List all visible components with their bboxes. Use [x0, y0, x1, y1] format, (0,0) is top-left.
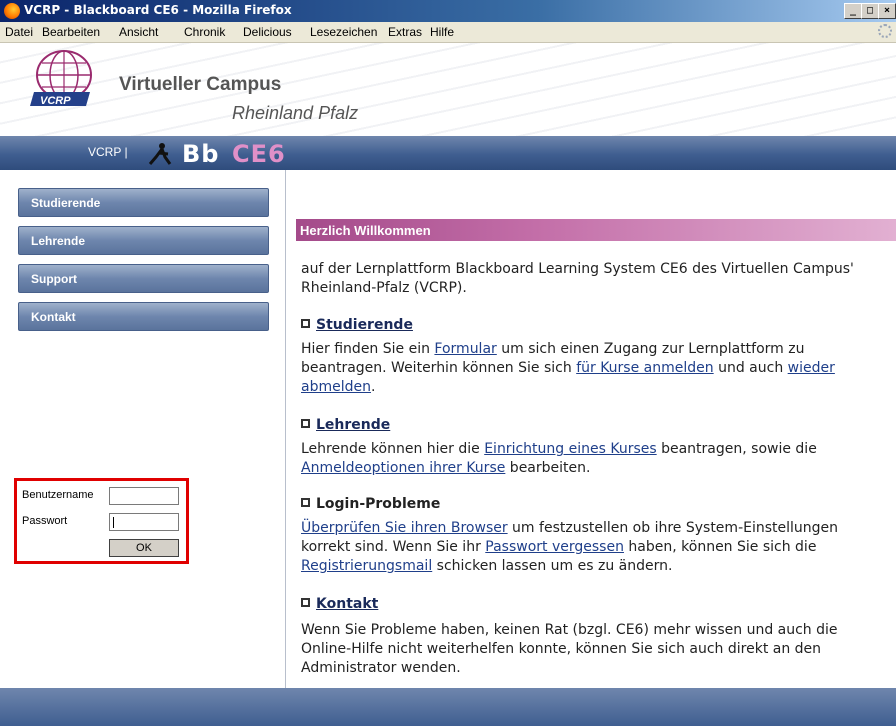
- bullet-icon: [301, 598, 310, 607]
- sidebar-item-label: Lehrende: [31, 234, 86, 248]
- text-segment: Lehrende können hier die: [301, 441, 485, 457]
- einrichtung-kurs-link[interactable]: Einrichtung eines Kurses: [484, 441, 656, 457]
- menu-chronik[interactable]: Chronik: [184, 25, 225, 39]
- bb-figure-icon: [148, 143, 172, 165]
- username-label: Benutzername: [22, 489, 94, 501]
- sidebar: Studierende Lehrende Support Kontakt Ben…: [0, 170, 286, 688]
- text-segment: und auch: [713, 360, 788, 376]
- sidebar-item-support[interactable]: Support: [18, 264, 269, 293]
- minimize-button[interactable]: _: [844, 3, 862, 19]
- studierende-heading-link[interactable]: Studierende: [316, 317, 413, 333]
- menu-extras[interactable]: Extras: [388, 25, 422, 39]
- footer-bar: [0, 688, 896, 726]
- username-field[interactable]: [109, 487, 179, 505]
- sidebar-item-kontakt[interactable]: Kontakt: [18, 302, 269, 331]
- text-segment: Hier finden Sie ein: [301, 341, 435, 357]
- kontakt-text: Wenn Sie Probleme haben, keinen Rat (bzg…: [301, 622, 838, 676]
- menu-bar: Datei Bearbeiten Ansicht Chronik Delicio…: [0, 22, 896, 43]
- sidebar-item-studierende[interactable]: Studierende: [18, 188, 269, 217]
- password-field[interactable]: [109, 513, 179, 531]
- throbber-icon: [878, 24, 892, 38]
- section-heading-studierende: Studierende: [301, 317, 413, 333]
- login-problems-text: Überprüfen Sie ihren Browser um festzust…: [301, 519, 891, 576]
- banner-ce6-text: CE6: [232, 140, 286, 168]
- kontakt-heading-link[interactable]: Kontakt: [316, 596, 378, 612]
- close-button[interactable]: ×: [878, 3, 896, 19]
- text-segment: bearbeiten.: [505, 460, 591, 476]
- bullet-icon: [301, 319, 310, 328]
- maximize-button[interactable]: □: [861, 3, 879, 19]
- sidebar-item-label: Support: [31, 272, 77, 286]
- password-label: Passwort: [22, 515, 68, 527]
- login-form: Benutzername Passwort OK: [14, 478, 189, 564]
- sidebar-item-lehrende[interactable]: Lehrende: [18, 226, 269, 255]
- sidebar-item-label: Kontakt: [31, 310, 76, 324]
- welcome-title: Herzlich Willkommen: [300, 223, 431, 238]
- registrierungsmail-link[interactable]: Registrierungsmail: [301, 558, 432, 574]
- formular-link[interactable]: Formular: [434, 341, 496, 357]
- section-heading-kontakt: Kontakt: [301, 596, 378, 612]
- vcrp-logo-icon: VCRP: [30, 50, 92, 107]
- site-header: VCRP Virtueller Campus Rheinland Pfalz: [0, 43, 896, 136]
- bullet-icon: [301, 419, 310, 428]
- menu-bearbeiten[interactable]: Bearbeiten: [42, 25, 100, 39]
- menu-delicious[interactable]: Delicious: [243, 25, 292, 39]
- text-segment: .: [370, 379, 376, 395]
- text-segment: haben, können Sie sich die: [623, 539, 817, 555]
- bullet-icon: [301, 498, 310, 507]
- blackboard-banner: VCRP | Bb CE6: [0, 136, 896, 170]
- window-title: VCRP - Blackboard CE6 - Mozilla Firefox: [24, 3, 292, 17]
- menu-datei[interactable]: Datei: [5, 25, 33, 39]
- text-segment: schicken lassen um es zu ändern.: [432, 558, 673, 574]
- site-title: Virtueller Campus: [119, 74, 282, 95]
- banner-bb-text: Bb: [182, 140, 220, 168]
- site-subtitle: Rheinland Pfalz: [232, 103, 359, 123]
- lehrende-text: Lehrende können hier die Einrichtung ein…: [301, 440, 891, 478]
- sidebar-item-label: Studierende: [31, 196, 101, 210]
- kurse-anmelden-link[interactable]: für Kurse anmelden: [576, 360, 713, 376]
- welcome-header: Herzlich Willkommen: [296, 219, 896, 241]
- window-titlebar: VCRP - Blackboard CE6 - Mozilla Firefox …: [0, 0, 896, 22]
- main-content: Herzlich Willkommen auf der Lernplattfor…: [286, 170, 896, 688]
- menu-lesezeichen[interactable]: Lesezeichen: [310, 25, 377, 39]
- browser-check-link[interactable]: Überprüfen Sie ihren Browser: [301, 520, 508, 536]
- ok-button[interactable]: OK: [109, 539, 179, 557]
- menu-hilfe[interactable]: Hilfe: [430, 25, 454, 39]
- studierende-text: Hier finden Sie ein Formular um sich ein…: [301, 340, 891, 397]
- menu-ansicht[interactable]: Ansicht: [119, 25, 158, 39]
- lehrende-heading-link[interactable]: Lehrende: [316, 417, 390, 433]
- section-heading-login: Login-Probleme: [301, 496, 440, 512]
- text-segment: beantragen, sowie die: [656, 441, 817, 457]
- intro-text: auf der Lernplattform Blackboard Learnin…: [301, 261, 854, 296]
- section-heading-lehrende: Lehrende: [301, 417, 390, 433]
- login-heading: Login-Probleme: [316, 496, 441, 512]
- banner-vcrp-text: VCRP |: [88, 145, 128, 159]
- text-cursor: [113, 517, 114, 528]
- firefox-icon: [4, 3, 20, 19]
- passwort-vergessen-link[interactable]: Passwort vergessen: [485, 539, 624, 555]
- logo-text: VCRP: [40, 95, 71, 107]
- anmeldeoptionen-link[interactable]: Anmeldeoptionen ihrer Kurse: [301, 460, 505, 476]
